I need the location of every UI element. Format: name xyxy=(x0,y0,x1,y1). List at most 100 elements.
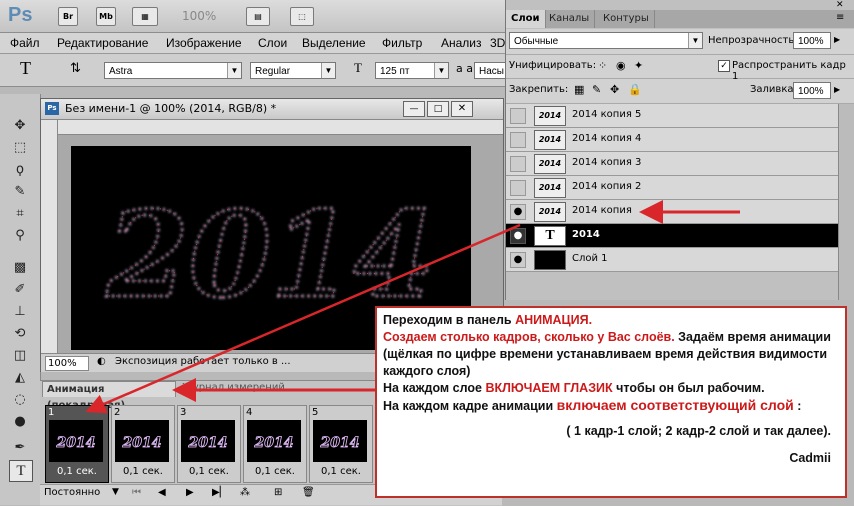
panel-close-icon[interactable]: ✕ xyxy=(836,0,844,10)
panel-menu-icon[interactable]: ≡ xyxy=(836,12,844,23)
menu-filter[interactable]: Фильтр xyxy=(382,36,422,50)
eraser-tool-icon[interactable]: ◫ xyxy=(9,346,31,366)
screen-mode-button[interactable]: ⬚ xyxy=(290,7,314,26)
layer-row[interactable]: 2014 2014 копия 5 xyxy=(506,104,838,128)
menu-select[interactable]: Выделение xyxy=(302,36,366,50)
lock-transparency-icon[interactable]: ▦ xyxy=(574,83,584,96)
bridge-button[interactable]: Br xyxy=(58,7,78,26)
tab-channels[interactable]: Каналы xyxy=(544,10,596,28)
lasso-tool-icon[interactable]: ϙ xyxy=(9,160,31,180)
dodge-tool-icon[interactable]: ● xyxy=(9,412,31,432)
new-frame-icon[interactable]: ⊞ xyxy=(274,487,282,498)
unify-style-icon[interactable]: ✦ xyxy=(634,59,643,72)
fill-field[interactable]: 100% xyxy=(793,82,831,99)
chevron-down-icon[interactable]: ▼ xyxy=(112,487,119,497)
layer-row[interactable]: 2014 2014 копия 4 xyxy=(506,128,838,152)
layers-scrollbar[interactable] xyxy=(838,104,854,300)
prev-frame-icon[interactable]: ◀ xyxy=(158,487,166,498)
blur-tool-icon[interactable]: ◌ xyxy=(9,390,31,410)
move-tool-icon[interactable]: ✥ xyxy=(9,116,31,136)
frame-delay[interactable]: 0,1 сек. xyxy=(178,466,240,477)
minibridge-button[interactable]: Mb xyxy=(96,7,116,26)
text-orientation-icon[interactable]: ⇅ xyxy=(70,61,81,76)
layer-row[interactable]: 2014 2014 копия 3 xyxy=(506,152,838,176)
status-icon[interactable]: ◐ xyxy=(97,356,106,367)
visibility-toggle[interactable] xyxy=(510,108,526,124)
tab-layers[interactable]: Слои xyxy=(506,10,546,28)
unify-visibility-icon[interactable]: ◉ xyxy=(616,59,626,72)
visibility-toggle[interactable] xyxy=(510,156,526,172)
font-size-select[interactable]: 125 пт ▼ xyxy=(375,62,449,79)
menu-layers[interactable]: Слои xyxy=(258,36,287,50)
quick-select-tool-icon[interactable]: ✎ xyxy=(9,182,31,202)
brush-tool-icon[interactable]: ✐ xyxy=(9,280,31,300)
visibility-toggle[interactable] xyxy=(510,180,526,196)
menu-image[interactable]: Изображение xyxy=(166,36,242,50)
marquee-tool-icon[interactable]: ⬚ xyxy=(9,138,31,158)
photoshop-logo: Ps xyxy=(8,4,33,26)
eyedropper-tool-icon[interactable]: ⚲ xyxy=(9,226,31,246)
history-brush-tool-icon[interactable]: ⟲ xyxy=(9,324,31,344)
pen-tool-icon[interactable]: ✒ xyxy=(9,438,31,458)
visibility-toggle[interactable] xyxy=(510,132,526,148)
extras-button[interactable]: ▦ xyxy=(132,7,158,26)
chevron-down-icon: ▼ xyxy=(688,33,702,48)
menu-edit[interactable]: Редактирование xyxy=(57,36,148,50)
animation-frame-3[interactable]: 3 2014 0,1 сек. xyxy=(177,405,241,483)
doc-zoom-field[interactable]: 100% xyxy=(45,356,89,371)
font-family-select[interactable]: Astra ▼ xyxy=(104,62,242,79)
crop-tool-icon[interactable]: ⌗ xyxy=(9,204,31,224)
eye-icon[interactable]: ● xyxy=(510,252,526,268)
layer-name: 2014 копия 3 xyxy=(572,157,642,168)
stamp-tool-icon[interactable]: ⊥ xyxy=(9,302,31,322)
opacity-field[interactable]: 100% xyxy=(793,32,831,49)
antialias-select[interactable]: Насы xyxy=(474,62,505,79)
propagate-checkbox[interactable]: ✓ xyxy=(718,60,730,72)
eye-icon[interactable]: ● xyxy=(510,228,526,244)
frame-delay[interactable]: 0,1 сек. xyxy=(112,466,174,477)
blend-mode-select[interactable]: Обычные ▼ xyxy=(509,32,703,49)
layer-row[interactable]: ● Слой 1 xyxy=(506,248,838,272)
paint-bucket-tool-icon[interactable]: ◭ xyxy=(9,368,31,388)
loop-select[interactable]: Постоянно xyxy=(44,487,100,498)
menu-analysis[interactable]: Анализ xyxy=(441,36,482,50)
animation-tab[interactable]: Анимация (покадровая) xyxy=(42,381,176,411)
lock-position-icon[interactable]: ✥ xyxy=(610,83,619,96)
layer-row[interactable]: 2014 2014 копия 2 xyxy=(506,176,838,200)
frame-delay[interactable]: 0,1 сек. xyxy=(46,466,108,477)
menu-3d[interactable]: 3D xyxy=(490,36,505,50)
arrange-documents-button[interactable]: ▤ xyxy=(246,7,270,26)
font-style-select[interactable]: Regular ▼ xyxy=(250,62,336,79)
lock-pixels-icon[interactable]: ✎ xyxy=(592,83,601,96)
animation-frame-5[interactable]: 5 2014 0,1 сек. xyxy=(309,405,373,483)
measurement-log-tab[interactable]: Журнал измерений xyxy=(182,382,285,393)
layer-row[interactable]: ● 2014 2014 копия xyxy=(506,200,838,224)
frame-delay[interactable]: 0,1 сек. xyxy=(310,466,372,477)
animation-frame-1[interactable]: 1 2014 0,1 сек. xyxy=(45,405,109,483)
tween-icon[interactable]: ⁂ xyxy=(240,487,250,498)
close-icon[interactable]: ✕ xyxy=(451,101,473,117)
zoom-level[interactable]: 100% xyxy=(182,9,216,23)
layer-row-selected[interactable]: ● T 2014 xyxy=(506,224,838,248)
minimize-button[interactable]: — xyxy=(403,101,425,117)
healing-tool-icon[interactable]: ▩ xyxy=(9,258,31,278)
frame-delay[interactable]: 0,1 сек. xyxy=(244,466,306,477)
chevron-right-icon[interactable]: ▶ xyxy=(834,35,840,44)
next-frame-icon[interactable]: ▶▏ xyxy=(212,487,227,498)
eye-icon[interactable]: ● xyxy=(510,204,526,220)
menu-file[interactable]: Файл xyxy=(10,36,40,50)
delete-frame-icon[interactable]: 🗑 xyxy=(302,487,315,498)
lock-all-icon[interactable]: 🔒 xyxy=(628,83,642,96)
layer-name: 2014 копия 4 xyxy=(572,133,642,144)
animation-frame-4[interactable]: 4 2014 0,1 сек. xyxy=(243,405,307,483)
first-frame-icon[interactable]: ⏮ xyxy=(132,487,141,498)
doc-status-text[interactable]: Экспозиция работает только в ... xyxy=(115,356,291,367)
type-tool-icon[interactable]: T xyxy=(9,460,33,482)
type-tool-icon[interactable]: T xyxy=(20,58,31,79)
tab-paths[interactable]: Контуры xyxy=(598,10,655,28)
play-icon[interactable]: ▶ xyxy=(186,487,194,498)
maximize-button[interactable]: □ xyxy=(427,101,449,117)
chevron-right-icon[interactable]: ▶ xyxy=(834,85,840,94)
unify-position-icon[interactable]: ⁘ xyxy=(598,59,607,72)
animation-frame-2[interactable]: 2 2014 0,1 сек. xyxy=(111,405,175,483)
